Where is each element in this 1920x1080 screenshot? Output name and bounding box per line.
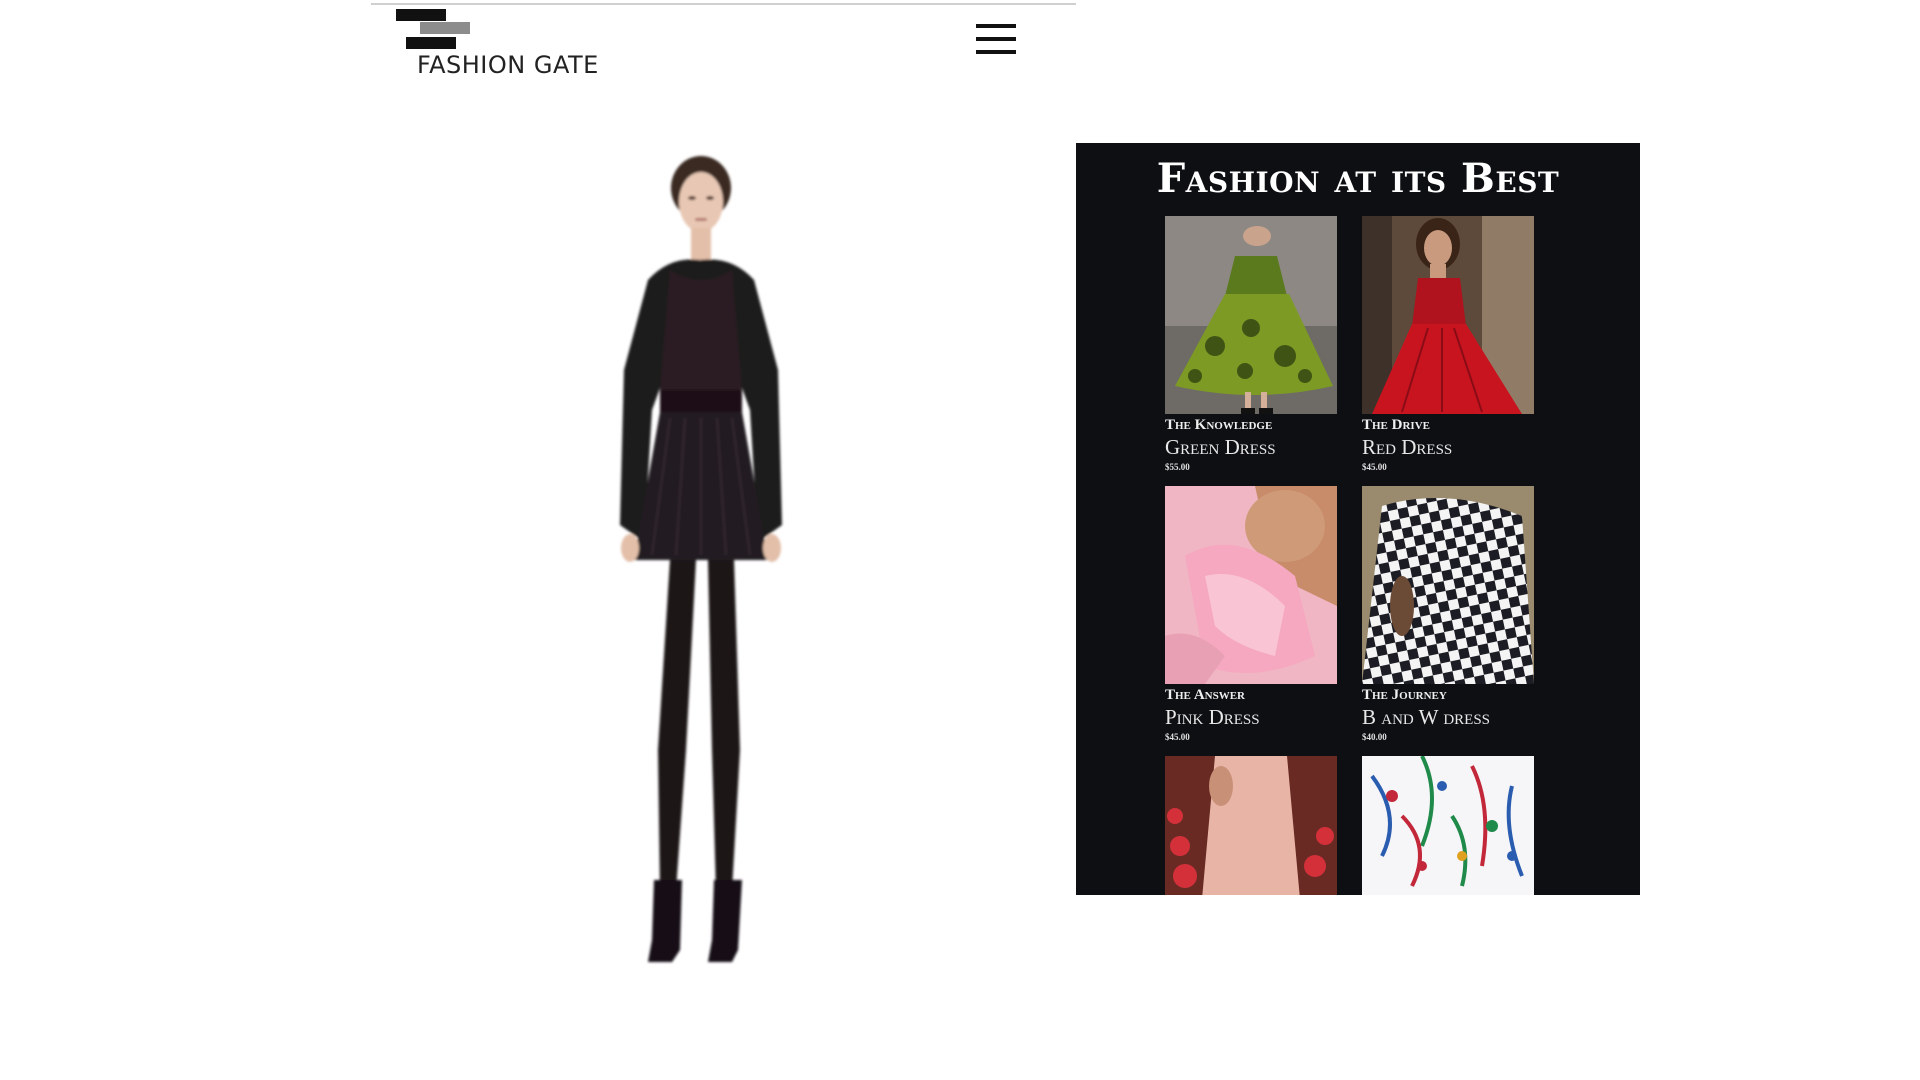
logo[interactable]: FASHION GATE: [396, 9, 599, 79]
floral-dress-image: [1362, 756, 1534, 895]
featured-products-panel: Fashion at its Best The Knowledge Green …: [1076, 143, 1640, 895]
menu-line: [976, 50, 1016, 54]
menu-line: [976, 24, 1016, 28]
product-price: $55.00: [1165, 462, 1190, 472]
product-card-red-dress[interactable]: The Drive Red Dress $45.00: [1362, 216, 1534, 472]
green-dress-image: [1165, 216, 1337, 414]
product-price: $45.00: [1165, 732, 1190, 742]
product-name[interactable]: Green Dress: [1165, 435, 1337, 460]
product-card-bw-dress[interactable]: The Journey B and W dress $40.00: [1362, 486, 1534, 742]
product-name[interactable]: Pink Dress: [1165, 705, 1337, 730]
logo-text: FASHION GATE: [417, 51, 599, 79]
product-subtitle: The Answer: [1165, 687, 1245, 703]
product-subtitle: The Drive: [1362, 417, 1430, 433]
logo-bar-middle: [420, 22, 470, 34]
product-subtitle: The Knowledge: [1165, 417, 1273, 433]
product-subtitle: The Journey: [1362, 687, 1447, 703]
panel-title: Fashion at its Best: [1156, 155, 1560, 202]
logo-bar-bottom: [406, 37, 456, 49]
product-card-floral-dress[interactable]: [1362, 756, 1534, 895]
product-price: $45.00: [1362, 462, 1387, 472]
red-dress-image: [1362, 216, 1534, 414]
gingham-dress-image: [1362, 486, 1534, 684]
header-divider: [371, 3, 1076, 5]
product-card-pink-dress[interactable]: The Answer Pink Dress $45.00: [1165, 486, 1337, 742]
hamburger-icon[interactable]: [974, 22, 1018, 56]
product-card-blush-dress[interactable]: [1165, 756, 1337, 895]
pink-dress-image: [1165, 486, 1337, 684]
product-price: $40.00: [1362, 732, 1387, 742]
product-name[interactable]: B and W dress: [1362, 705, 1534, 730]
blush-dress-image: [1165, 756, 1337, 895]
logo-bar-top: [396, 9, 446, 21]
product-card-green-dress[interactable]: The Knowledge Green Dress $55.00: [1165, 216, 1337, 472]
hero-model-image: [620, 156, 782, 962]
product-name[interactable]: Red Dress: [1362, 435, 1534, 460]
menu-line: [976, 37, 1016, 41]
